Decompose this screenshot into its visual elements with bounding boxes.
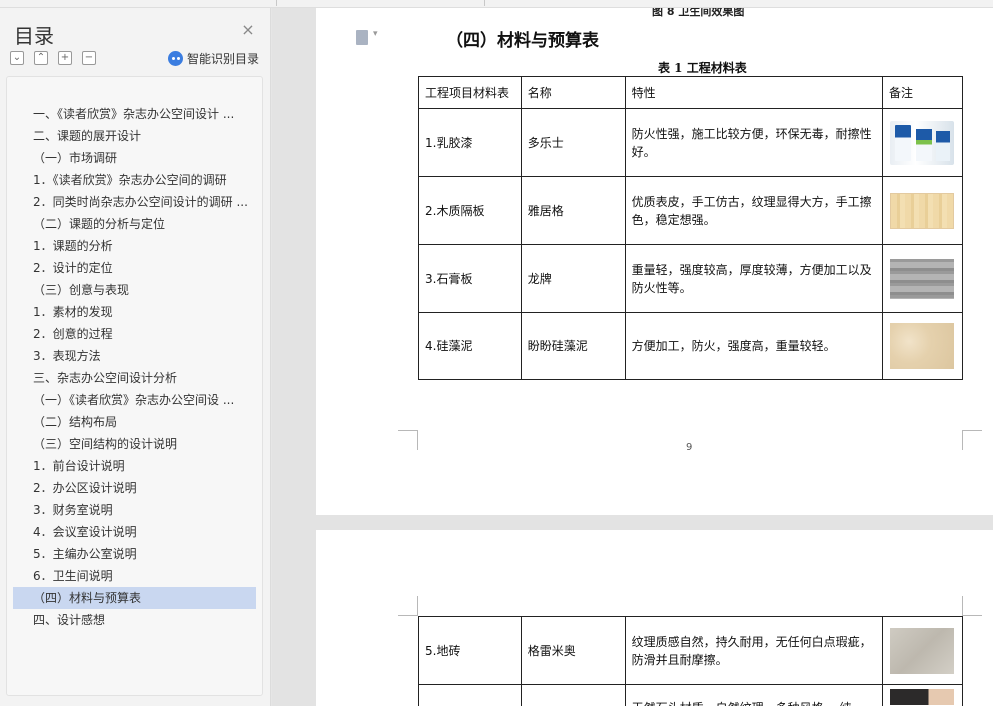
robot-icon [168,51,183,66]
toc-item-active[interactable]: （四）材料与预算表 [13,587,256,609]
toc-item[interactable]: 2．同类时尚杂志办公空间设计的调研 ... [13,191,256,213]
toc-list: 一、《读者欣赏》杂志办公空间设计 ... 二、课题的展开设计 （一）市场调研 1．《读… [13,103,256,631]
table-cell-image [881,312,964,380]
toc-item[interactable]: 3．财务室说明 [13,499,256,521]
toc-item[interactable]: （二）课题的分析与定位 [13,213,256,235]
toc-item[interactable]: （一）市场调研 [13,147,256,169]
table-cell-feature: 纹理质感自然，持久耐用，无任何白点瑕疵，防滑并且耐摩擦。 [624,616,883,685]
table-row: 2.木质隔板 雅居格 优质表皮，手工仿古，纹理显得大方，手工擦色，稳定想强。 [418,176,964,245]
table-header-cell: 特性 [624,76,883,109]
table-cell-item [418,684,522,706]
table-cell-feature: 天然石头材质，自然纹理，多种风格… 纯 [624,684,883,706]
toc-sidebar: 目录 × ⌄ ⌃ + − 智能识别目录 一、《读者欣赏》杂志办公空间设计 ...… [0,8,271,706]
collapse-all-icon[interactable]: ⌄ [10,51,24,65]
document-icon[interactable] [356,29,378,45]
table-row: 天然石头材质，自然纹理，多种风格… 纯 [418,684,964,706]
table-cell-image [881,108,964,177]
table-cell-feature: 方便加工，防火，强度高，重量较轻。 [624,312,883,380]
table-cell-feature: 重量轻，强度较高，厚度较薄，方便加工以及防火性等。 [624,244,883,313]
toc-item[interactable]: 4．会议室设计说明 [13,521,256,543]
toc-item[interactable]: （三）空间结构的设计说明 [13,433,256,455]
materials-table-continued: 5.地砖 格雷米奥 纹理质感自然，持久耐用，无任何白点瑕疵，防滑并且耐摩擦。 天… [418,616,964,706]
toc-panel: 一、《读者欣赏》杂志办公空间设计 ... 二、课题的展开设计 （一）市场调研 1．《读… [6,76,263,696]
page-number: 9 [686,442,693,453]
page-corner-mark [398,596,418,616]
document-canvas[interactable]: 图 8 卫生间效果图 （四）材料与预算表 表 1 工程材料表 工程项目材料表 名… [272,8,993,706]
table-row: 5.地砖 格雷米奥 纹理质感自然，持久耐用，无任何白点瑕疵，防滑并且耐摩擦。 [418,616,964,685]
ruler-tick [484,0,485,6]
table-cell-item: 5.地砖 [418,616,522,685]
toc-item[interactable]: （一）《读者欣赏》杂志办公空间设 ... [13,389,256,411]
table-cell-name: 雅居格 [520,176,626,245]
toc-item[interactable]: （二）结构布局 [13,411,256,433]
paint-image [890,120,955,165]
table-row: 4.硅藻泥 盼盼硅藻泥 方便加工，防火，强度高，重量较轻。 [418,312,964,380]
top-ruler [0,0,993,8]
table-cell-image [881,244,964,313]
toc-item[interactable]: 5．主编办公室说明 [13,543,256,565]
table-header-row: 工程项目材料表 名称 特性 备注 [418,76,964,109]
ruler-tick [276,0,277,6]
toc-item[interactable]: 四、设计感想 [13,609,256,631]
add-heading-icon[interactable]: + [58,51,72,65]
toc-item[interactable]: 1．素材的发现 [13,301,256,323]
toc-item[interactable]: 6．卫生间说明 [13,565,256,587]
toc-item[interactable]: 1．前台设计说明 [13,455,256,477]
figure-caption: 图 8 卫生间效果图 [652,8,745,18]
section-heading: （四）材料与预算表 [446,31,599,51]
table-header-cell: 名称 [520,76,626,109]
toc-item[interactable]: 3．表现方法 [13,345,256,367]
toc-item[interactable]: 2．创意的过程 [13,323,256,345]
expand-all-icon[interactable]: ⌃ [34,51,48,65]
table-cell-name: 盼盼硅藻泥 [520,312,626,380]
table-cell-image [881,684,964,706]
table-cell-item: 1.乳胶漆 [418,108,522,177]
table-caption: 表 1 工程材料表 [658,61,747,75]
tile2-image [890,689,955,705]
toc-item[interactable]: 二、课题的展开设计 [13,125,256,147]
table-cell-item: 3.石膏板 [418,244,522,313]
page-corner-mark [962,596,982,616]
table-cell-item: 4.硅藻泥 [418,312,522,380]
page-corner-mark [962,430,982,450]
toc-item[interactable]: （三）创意与表现 [13,279,256,301]
toc-title: 目录 [14,24,54,48]
toc-toolbar: ⌄ ⌃ + − [10,51,96,67]
table-header-cell: 工程项目材料表 [418,76,522,109]
table-cell-image [881,616,964,685]
smart-toc-label: 智能识别目录 [187,52,260,66]
toc-item[interactable]: 一、《读者欣赏》杂志办公空间设计 ... [13,103,256,125]
close-icon[interactable]: × [240,22,256,38]
toc-item[interactable]: 1．《读者欣赏》杂志办公空间的调研 [13,169,256,191]
document-page[interactable]: 图 8 卫生间效果图 （四）材料与预算表 表 1 工程材料表 工程项目材料表 名… [316,8,993,515]
wood-image [890,192,955,229]
table-cell-feature: 优质表皮，手工仿古，纹理显得大方，手工擦色，稳定想强。 [624,176,883,245]
table-cell-name [520,684,626,706]
toc-item[interactable]: 2．设计的定位 [13,257,256,279]
document-page[interactable]: 5.地砖 格雷米奥 纹理质感自然，持久耐用，无任何白点瑕疵，防滑并且耐摩擦。 天… [316,530,993,706]
toc-item[interactable]: 三、杂志办公空间设计分析 [13,367,256,389]
gypsum-image [890,258,955,299]
page-corner-mark [398,430,418,450]
tile-image [890,627,955,674]
table-cell-image [881,176,964,245]
table-cell-feature: 防火性强，施工比较方便，环保无毒，耐擦性好。 [624,108,883,177]
diatom-image [890,323,955,369]
toc-item[interactable]: 2．办公区设计说明 [13,477,256,499]
materials-table: 工程项目材料表 名称 特性 备注 1.乳胶漆 多乐士 防火性强，施工比较方便，环… [418,76,964,380]
table-row: 3.石膏板 龙牌 重量轻，强度较高，厚度较薄，方便加工以及防火性等。 [418,244,964,313]
table-cell-item: 2.木质隔板 [418,176,522,245]
table-cell-name: 龙牌 [520,244,626,313]
smart-toc-button[interactable]: 智能识别目录 [168,50,259,67]
toc-item[interactable]: 1．课题的分析 [13,235,256,257]
table-cell-name: 格雷米奥 [520,616,626,685]
table-cell-name: 多乐士 [520,108,626,177]
table-header-cell: 备注 [881,76,964,109]
remove-heading-icon[interactable]: − [82,51,96,65]
table-row: 1.乳胶漆 多乐士 防火性强，施工比较方便，环保无毒，耐擦性好。 [418,108,964,177]
